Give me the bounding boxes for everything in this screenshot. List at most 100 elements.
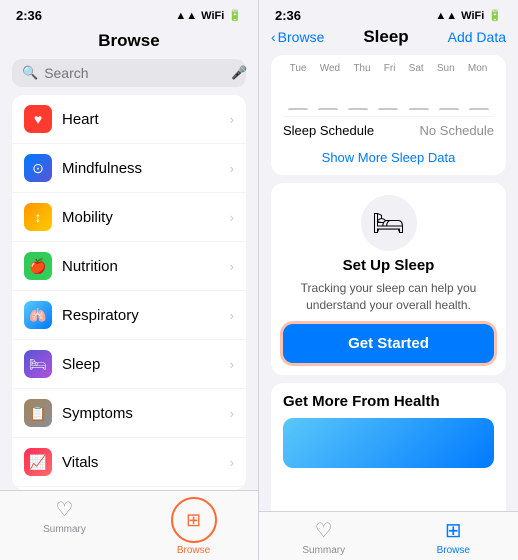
- nav-item-nutrition[interactable]: 🍎 Nutrition ›: [12, 242, 246, 291]
- left-time: 2:36: [16, 8, 42, 23]
- left-status-bar: 2:36 ▲▲ WiFi 🔋: [0, 0, 258, 27]
- search-input[interactable]: [44, 65, 225, 81]
- right-time: 2:36: [275, 8, 301, 23]
- summary-tab-icon: ♡: [56, 497, 74, 522]
- nav-item-mindfulness[interactable]: ⊙ Mindfulness ›: [12, 144, 246, 193]
- nutrition-icon: 🍎: [24, 252, 52, 280]
- get-more-section: Get More From Health: [271, 383, 506, 511]
- nav-label-mobility: Mobility: [62, 209, 220, 226]
- nav-item-heart[interactable]: ♥ Heart ›: [12, 95, 246, 144]
- add-data-button[interactable]: Add Data: [448, 29, 506, 45]
- bar-fri: [378, 108, 398, 110]
- right-panel: 2:36 ▲▲ WiFi 🔋 ‹ Browse Sleep Add Data T…: [259, 0, 518, 560]
- setup-sleep-title: Set Up Sleep: [343, 257, 435, 274]
- setup-sleep-card: 🛏 Set Up Sleep Tracking your sleep can h…: [271, 183, 506, 375]
- get-started-button[interactable]: Get Started: [283, 324, 494, 363]
- right-page-title: Sleep: [363, 27, 408, 47]
- nav-label-nutrition: Nutrition: [62, 258, 220, 275]
- back-chevron-icon: ‹: [271, 29, 276, 45]
- left-panel: 2:36 ▲▲ WiFi 🔋 Browse 🔍 🎤 ♥ Heart › ⊙ Mi…: [0, 0, 259, 560]
- chevron-icon: ›: [230, 259, 234, 274]
- day-labels: Tue Wed Thu Fri Sat Sun Mon: [283, 63, 494, 74]
- chevron-icon: ›: [230, 210, 234, 225]
- chevron-icon: ›: [230, 357, 234, 372]
- left-tab-bar: ♡ Summary ⊞ Browse: [0, 490, 258, 560]
- sleep-schedule-value: No Schedule: [420, 123, 494, 138]
- nav-item-vitals[interactable]: 📈 Vitals ›: [12, 438, 246, 487]
- right-browse-tab-label: Browse: [437, 545, 470, 556]
- chevron-icon: ›: [230, 112, 234, 127]
- browse-tab-icon: ⊞: [186, 510, 201, 531]
- nav-item-symptoms[interactable]: 📋 Symptoms ›: [12, 389, 246, 438]
- tab-browse[interactable]: ⊞ Browse: [129, 497, 258, 556]
- sleep-schedule-row: Sleep Schedule No Schedule: [283, 116, 494, 144]
- browse-tab-circle: ⊞: [171, 497, 217, 543]
- nav-label-respiratory: Respiratory: [62, 307, 220, 324]
- chevron-icon: ›: [230, 406, 234, 421]
- search-bar[interactable]: 🔍 🎤: [12, 59, 246, 87]
- right-tab-browse[interactable]: ⊞ Browse: [389, 518, 518, 556]
- battery-icon: 🔋: [228, 9, 242, 22]
- nav-label-symptoms: Symptoms: [62, 405, 220, 422]
- day-sat: Sat: [409, 63, 424, 74]
- day-wed: Wed: [320, 63, 340, 74]
- setup-sleep-description: Tracking your sleep can help you underst…: [283, 280, 494, 314]
- day-tue: Tue: [290, 63, 307, 74]
- nav-list: ♥ Heart › ⊙ Mindfulness › ↕ Mobility › 🍎…: [12, 95, 246, 490]
- tab-summary[interactable]: ♡ Summary: [0, 497, 129, 556]
- left-status-icons: ▲▲ WiFi 🔋: [175, 9, 242, 22]
- wifi-icon: WiFi: [201, 10, 224, 22]
- back-button[interactable]: ‹ Browse: [271, 29, 324, 45]
- right-signal-icon: ▲▲: [435, 10, 457, 22]
- chart-bars: [283, 80, 494, 110]
- sleep-bed-icon: 🛏: [361, 195, 417, 251]
- show-more-sleep-button[interactable]: Show More Sleep Data: [283, 144, 494, 167]
- get-more-title: Get More From Health: [283, 393, 494, 410]
- bar-tue: [288, 108, 308, 110]
- bar-mon: [469, 108, 489, 110]
- browse-tab-label: Browse: [177, 545, 210, 556]
- back-label: Browse: [278, 29, 325, 45]
- symptoms-icon: 📋: [24, 399, 52, 427]
- nav-item-respiratory[interactable]: 🫁 Respiratory ›: [12, 291, 246, 340]
- chevron-icon: ›: [230, 161, 234, 176]
- right-tab-summary[interactable]: ♡ Summary: [259, 518, 389, 556]
- sleep-schedule-label: Sleep Schedule: [283, 123, 374, 138]
- right-browse-tab-icon: ⊞: [445, 518, 462, 543]
- nav-label-sleep: Sleep: [62, 356, 220, 373]
- day-mon: Mon: [468, 63, 487, 74]
- chevron-icon: ›: [230, 308, 234, 323]
- get-more-banner: [283, 418, 494, 468]
- right-tab-bar: ♡ Summary ⊞ Browse: [259, 511, 518, 560]
- right-battery-icon: 🔋: [488, 9, 502, 22]
- mindfulness-icon: ⊙: [24, 154, 52, 182]
- search-icon: 🔍: [22, 65, 38, 81]
- day-fri: Fri: [384, 63, 396, 74]
- signal-icon: ▲▲: [175, 10, 197, 22]
- right-summary-tab-icon: ♡: [315, 518, 333, 543]
- mic-icon: 🎤: [231, 65, 247, 81]
- bar-sun: [439, 108, 459, 110]
- bar-thu: [348, 108, 368, 110]
- nav-item-sleep[interactable]: 🛏 Sleep ›: [12, 340, 246, 389]
- vitals-icon: 📈: [24, 448, 52, 476]
- right-status-bar: 2:36 ▲▲ WiFi 🔋: [259, 0, 518, 27]
- nav-item-mobility[interactable]: ↕ Mobility ›: [12, 193, 246, 242]
- right-status-icons: ▲▲ WiFi 🔋: [435, 9, 502, 22]
- right-nav-bar: ‹ Browse Sleep Add Data: [259, 27, 518, 55]
- sleep-icon: 🛏: [24, 350, 52, 378]
- right-wifi-icon: WiFi: [461, 10, 484, 22]
- summary-tab-label: Summary: [43, 524, 86, 535]
- left-page-title: Browse: [0, 27, 258, 59]
- heart-icon: ♥: [24, 105, 52, 133]
- day-thu: Thu: [353, 63, 370, 74]
- bar-wed: [318, 108, 338, 110]
- sleep-chart-card: Tue Wed Thu Fri Sat Sun Mon Sleep Schedu…: [271, 55, 506, 175]
- nav-label-heart: Heart: [62, 111, 220, 128]
- respiratory-icon: 🫁: [24, 301, 52, 329]
- nav-label-vitals: Vitals: [62, 454, 220, 471]
- mobility-icon: ↕: [24, 203, 52, 231]
- chevron-icon: ›: [230, 455, 234, 470]
- right-summary-tab-label: Summary: [302, 545, 345, 556]
- bar-sat: [409, 108, 429, 110]
